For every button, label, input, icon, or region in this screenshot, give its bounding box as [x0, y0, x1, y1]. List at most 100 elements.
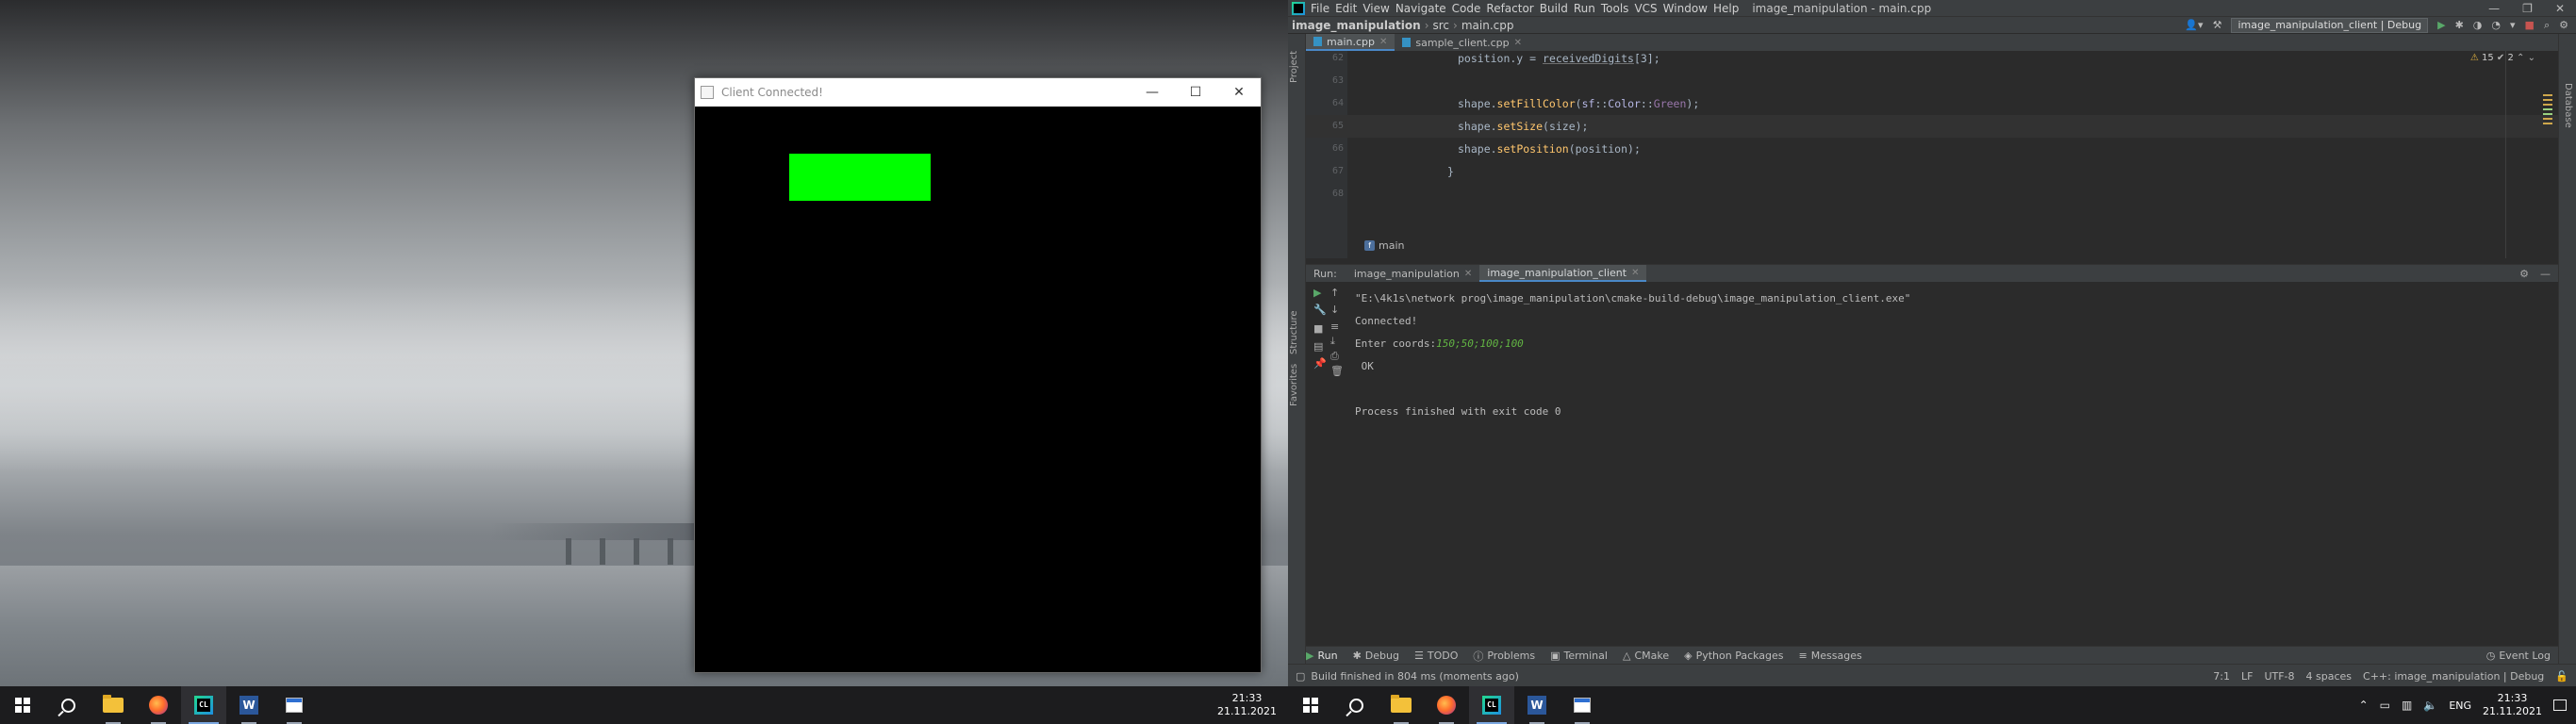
- breadcrumb-file[interactable]: main.cpp: [1458, 19, 1518, 32]
- coverage-icon[interactable]: ◑: [2473, 19, 2483, 31]
- client-window-titlebar[interactable]: Client Connected! — ☐ ✕: [695, 78, 1261, 107]
- structure-tool-button[interactable]: Structure: [1289, 310, 1299, 354]
- menu-code[interactable]: Code: [1452, 2, 1487, 15]
- notification-icon[interactable]: [2553, 699, 2567, 711]
- stop-icon[interactable]: ■: [1313, 322, 1323, 335]
- tool-python-packages[interactable]: ◈ Python Packages: [1684, 650, 1783, 662]
- close-tab-icon[interactable]: ✕: [1379, 37, 1387, 47]
- close-tab-icon[interactable]: ✕: [1464, 269, 1472, 279]
- line-separator[interactable]: LF: [2241, 670, 2253, 683]
- lock-icon[interactable]: 🔓: [2555, 670, 2568, 683]
- language-context[interactable]: C++: image_manipulation | Debug: [2363, 670, 2544, 683]
- code-line[interactable]: 66 shape.setPosition(position);: [1306, 138, 2558, 160]
- tool-messages[interactable]: ≡ Messages: [1799, 650, 1862, 662]
- inspection-widget[interactable]: ⚠ 15 ✔ 2 ⌃ ⌄: [2470, 53, 2535, 63]
- tool-problems[interactable]: ⓘ Problems: [1473, 649, 1535, 664]
- scroll-to-end-icon[interactable]: ⤓: [1330, 335, 1335, 348]
- layout-icon[interactable]: ▤: [1313, 340, 1323, 353]
- breadcrumb-project[interactable]: image_manipulation: [1288, 19, 1425, 32]
- console-output[interactable]: "E:\4k1s\network prog\image_manipulation…: [1355, 291, 1910, 427]
- wrench-icon[interactable]: 🔧: [1313, 304, 1327, 316]
- breadcrumb-folder[interactable]: src: [1429, 19, 1454, 32]
- favorites-tool-button[interactable]: Favorites: [1289, 364, 1299, 406]
- soft-wrap-icon[interactable]: ≡: [1330, 321, 1339, 333]
- menu-file[interactable]: File: [1311, 2, 1335, 15]
- taskbar-word[interactable]: W: [1514, 686, 1560, 724]
- user-icon[interactable]: 👤▾: [2185, 19, 2203, 31]
- menu-tools[interactable]: Tools: [1601, 2, 1635, 15]
- chevron-down-icon[interactable]: ⌄: [2528, 53, 2535, 63]
- down-arrow-icon[interactable]: ↓: [1330, 304, 1339, 316]
- start-button[interactable]: [1288, 686, 1333, 724]
- settings-icon[interactable]: ⚙: [2559, 19, 2568, 31]
- run-configuration-select[interactable]: image_manipulation_client | Debug: [2231, 17, 2429, 33]
- print-icon[interactable]: ⎙: [1330, 350, 1339, 363]
- file-encoding[interactable]: UTF-8: [2264, 670, 2294, 683]
- code-line[interactable]: 65 shape.setSize(size);: [1306, 115, 2558, 138]
- ide-restore-button[interactable]: ❐: [2522, 2, 2533, 15]
- menu-edit[interactable]: Edit: [1335, 2, 1362, 15]
- taskbar-word[interactable]: W: [226, 686, 272, 724]
- network-icon[interactable]: ▥: [2402, 699, 2412, 712]
- minimize-button[interactable]: —: [1131, 78, 1174, 107]
- ide-close-button[interactable]: ✕: [2555, 2, 2565, 15]
- stop-icon[interactable]: ■: [2525, 19, 2535, 31]
- code-line[interactable]: 62 position.y = receivedDigits[3];: [1306, 47, 2558, 70]
- search-everywhere-icon[interactable]: ⌕: [2544, 19, 2550, 32]
- code-editor[interactable]: 62 position.y = receivedDigits[3]; 63 64 sha…: [1306, 51, 2558, 258]
- code-line[interactable]: 68: [1306, 183, 2558, 206]
- sfml-canvas[interactable]: [695, 107, 1261, 672]
- taskbar-clock[interactable]: 21:33 21.11.2021: [2483, 692, 2542, 718]
- menu-view[interactable]: View: [1362, 2, 1395, 15]
- debug-icon[interactable]: ✱: [2455, 19, 2464, 31]
- taskbar-clock[interactable]: 21:33 21.11.2021: [1217, 692, 1277, 718]
- menu-refactor[interactable]: Refactor: [1486, 2, 1539, 15]
- menu-window[interactable]: Window: [1663, 2, 1713, 15]
- hide-panel-icon[interactable]: —: [2540, 268, 2551, 280]
- taskbar-client-app[interactable]: [272, 686, 317, 724]
- up-arrow-icon[interactable]: ↑: [1330, 287, 1339, 299]
- status-message[interactable]: Build finished in 804 ms (moments ago): [1311, 670, 1518, 683]
- tool-todo[interactable]: ☰ TODO: [1414, 650, 1458, 662]
- pin-icon[interactable]: 📌: [1313, 357, 1327, 370]
- taskbar-clion[interactable]: CL: [181, 686, 226, 724]
- maximize-button[interactable]: ☐: [1174, 78, 1217, 107]
- run-icon[interactable]: ▶: [2437, 19, 2445, 31]
- caret-position[interactable]: 7:1: [2213, 670, 2230, 683]
- volume-icon[interactable]: 🔈: [2423, 699, 2437, 712]
- run-settings-icon[interactable]: ⚙: [2519, 268, 2529, 280]
- run-tab-image-manipulation[interactable]: image_manipulation ✕: [1346, 265, 1479, 282]
- taskbar-clion[interactable]: CL: [1469, 686, 1514, 724]
- trash-icon[interactable]: 🗑: [1330, 365, 1344, 377]
- start-button[interactable]: [0, 686, 45, 724]
- search-button[interactable]: [45, 686, 91, 724]
- close-tab-icon[interactable]: ✕: [1514, 38, 1522, 48]
- profile-icon[interactable]: ◔: [2491, 19, 2501, 31]
- chevron-up-icon[interactable]: ⌃: [2517, 53, 2524, 63]
- database-tool-button[interactable]: Database: [2563, 83, 2573, 128]
- menu-vcs[interactable]: VCS: [1634, 2, 1662, 15]
- code-line[interactable]: 67}: [1306, 160, 2558, 183]
- project-tool-button[interactable]: Project: [1289, 51, 1299, 83]
- menu-build[interactable]: Build: [1540, 2, 1574, 15]
- close-button[interactable]: ✕: [1217, 78, 1261, 107]
- code-line[interactable]: 63: [1306, 70, 2558, 92]
- battery-icon[interactable]: ▭: [2380, 699, 2390, 712]
- code-line[interactable]: 64 shape.setFillColor(sf::Color::Green);: [1306, 92, 2558, 115]
- rerun-icon[interactable]: ▶: [1313, 287, 1321, 299]
- taskbar-firefox[interactable]: [1424, 686, 1469, 724]
- menu-run[interactable]: Run: [1574, 2, 1601, 15]
- tool-terminal[interactable]: ▣ Terminal: [1550, 650, 1608, 662]
- tool-run[interactable]: ▶ Run: [1306, 650, 1338, 662]
- error-stripe[interactable]: [2543, 94, 2552, 127]
- tool-cmake[interactable]: △ CMake: [1623, 650, 1669, 662]
- function-breadcrumb[interactable]: f main: [1364, 239, 1404, 252]
- more-actions-icon[interactable]: ▾: [2510, 19, 2516, 31]
- language-indicator[interactable]: ENG: [2449, 699, 2471, 712]
- chevron-up-icon[interactable]: ⌃: [2359, 699, 2369, 712]
- close-tab-icon[interactable]: ✕: [1631, 268, 1639, 278]
- menu-help[interactable]: Help: [1713, 2, 1744, 15]
- ide-minimize-button[interactable]: —: [2488, 2, 2500, 15]
- client-window[interactable]: Client Connected! — ☐ ✕: [694, 77, 1262, 673]
- indent-setting[interactable]: 4 spaces: [2306, 670, 2353, 683]
